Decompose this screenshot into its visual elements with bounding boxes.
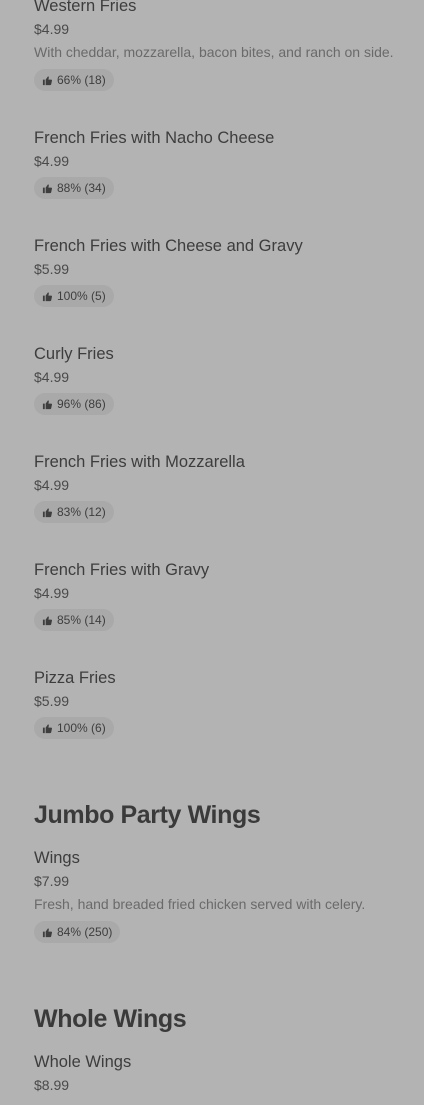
thumbs-up-icon	[42, 615, 53, 625]
rating-badge: 100% (6)	[34, 717, 114, 739]
item-name: Western Fries	[34, 0, 137, 15]
item-price: $4.99	[34, 477, 70, 493]
menu-item[interactable]: Pizza Fries $5.99 100% (6)	[34, 668, 116, 739]
menu-item[interactable]: French Fries with Nacho Cheese $4.99 88%…	[34, 128, 274, 199]
item-name: Curly Fries	[34, 345, 114, 363]
rating-text: 96% (86)	[57, 397, 106, 411]
rating-badge: 100% (5)	[34, 285, 114, 307]
thumbs-up-icon	[42, 75, 53, 85]
item-description: With cheddar, mozzarella, bacon bites, a…	[34, 44, 394, 60]
item-price: $4.99	[34, 21, 70, 37]
menu-item[interactable]: French Fries with Cheese and Gravy $5.99…	[34, 236, 303, 307]
rating-badge: 88% (34)	[34, 177, 114, 199]
thumbs-up-icon	[42, 399, 53, 409]
rating-text: 100% (5)	[57, 289, 106, 303]
rating-badge: 83% (12)	[34, 501, 114, 523]
rating-text: 100% (6)	[57, 721, 106, 735]
item-name: Wings	[34, 849, 80, 867]
item-price: $5.99	[34, 261, 70, 277]
rating-text: 84% (250)	[57, 925, 113, 939]
rating-badge: 84% (250)	[34, 921, 121, 943]
menu-item[interactable]: Curly Fries $4.99 96% (86)	[34, 344, 114, 415]
thumbs-up-icon	[42, 723, 53, 733]
item-name: French Fries with Nacho Cheese	[34, 129, 275, 147]
rating-badge: 96% (86)	[34, 393, 114, 415]
item-price: $8.99	[34, 1077, 70, 1093]
rating-badge: 66% (18)	[34, 69, 114, 91]
rating-text: 88% (34)	[57, 181, 106, 195]
section-title: Whole Wings	[34, 1005, 187, 1033]
item-price: $4.99	[34, 369, 70, 385]
item-name: French Fries with Mozzarella	[34, 453, 245, 471]
rating-text: 66% (18)	[57, 73, 106, 87]
rating-text: 85% (14)	[57, 613, 106, 627]
menu-item[interactable]: French Fries with Gravy $4.99 85% (14)	[34, 560, 209, 631]
item-description: Fresh, hand breaded fried chicken served…	[34, 896, 366, 912]
menu-item[interactable]: Western Fries $4.99 With cheddar, mozzar…	[34, 0, 394, 91]
item-name: French Fries with Gravy	[34, 561, 210, 579]
thumbs-up-icon	[42, 507, 53, 517]
item-name: Pizza Fries	[34, 669, 116, 687]
item-name: French Fries with Cheese and Gravy	[34, 237, 303, 255]
item-price: $4.99	[34, 585, 70, 601]
menu-item[interactable]: Wings $7.99 Fresh, hand breaded fried ch…	[34, 848, 365, 943]
item-name: Whole Wings	[34, 1053, 132, 1071]
thumbs-up-icon	[42, 291, 53, 301]
thumbs-up-icon	[42, 183, 53, 193]
menu-item[interactable]: Whole Wings $8.99	[34, 1052, 131, 1093]
item-price: $5.99	[34, 693, 70, 709]
rating-text: 83% (12)	[57, 505, 106, 519]
item-price: $7.99	[34, 873, 70, 889]
rating-badge: 85% (14)	[34, 609, 114, 631]
thumbs-up-icon	[42, 927, 53, 937]
section-title: Jumbo Party Wings	[34, 801, 261, 829]
item-price: $4.99	[34, 153, 70, 169]
menu-item[interactable]: French Fries with Mozzarella $4.99 83% (…	[34, 452, 245, 523]
